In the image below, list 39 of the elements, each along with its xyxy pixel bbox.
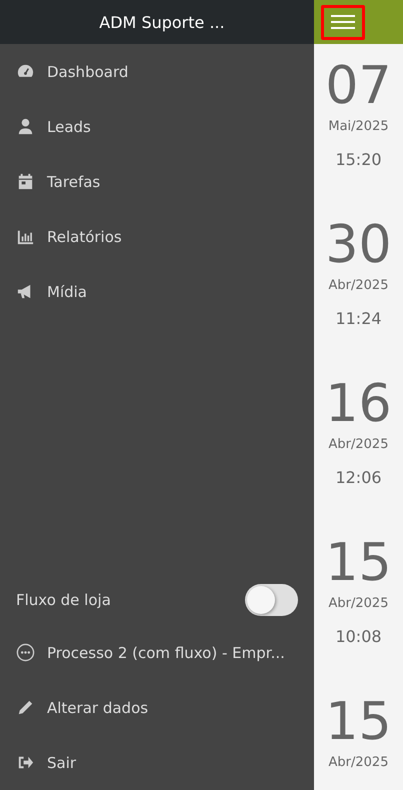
month-year: Abr/2025 — [328, 595, 388, 613]
menu-icon — [331, 14, 355, 30]
menu-label: Mídia — [47, 282, 87, 300]
menu-label: Tarefas — [47, 172, 100, 190]
toggle-switch[interactable] — [245, 584, 298, 616]
menu-label: Alterar dados — [47, 698, 148, 716]
user-icon — [16, 117, 35, 136]
store-flow-label: Fluxo de loja — [16, 591, 111, 609]
menu-label: Dashboard — [47, 62, 128, 80]
day-number: 15 — [325, 694, 392, 750]
menu-item[interactable]: Relatórios — [0, 209, 314, 264]
month-year: Abr/2025 — [328, 436, 388, 454]
menu-item[interactable]: Mídia — [0, 264, 314, 319]
time-text: 15:20 — [335, 149, 382, 171]
time-text: 10:08 — [335, 626, 382, 648]
menu-item[interactable]: Leads — [0, 99, 314, 154]
menu-item[interactable]: Sair — [0, 735, 314, 790]
month-year: Abr/2025 — [328, 277, 388, 295]
day-number: 07 — [325, 58, 392, 114]
month-year: Abr/2025 — [328, 754, 388, 772]
day-number: 16 — [325, 376, 392, 432]
menu-label: Relatórios — [47, 228, 122, 246]
menu-item[interactable]: Tarefas — [0, 154, 314, 209]
menu-label: Sair — [47, 754, 76, 772]
menu-item[interactable]: Dashboard — [0, 44, 314, 99]
menu-item[interactable]: Processo 2 (com fluxo) - Empr... — [0, 625, 314, 680]
menu-label: Leads — [47, 118, 91, 136]
time-text: 11:24 — [335, 308, 382, 330]
menu-item[interactable]: Alterar dados — [0, 680, 314, 735]
day-number: 30 — [325, 217, 392, 273]
time-text: 12:06 — [335, 467, 382, 489]
menu-label: Processo 2 (com fluxo) - Empr... — [47, 644, 285, 662]
pencil-icon — [16, 698, 35, 717]
day-number: 15 — [325, 535, 392, 591]
user-name: ADM Suporte ... — [99, 12, 225, 32]
calendar-icon — [16, 172, 35, 191]
more-icon — [16, 643, 35, 662]
month-year: Mai/2025 — [328, 118, 389, 136]
menu-button[interactable] — [321, 4, 365, 40]
